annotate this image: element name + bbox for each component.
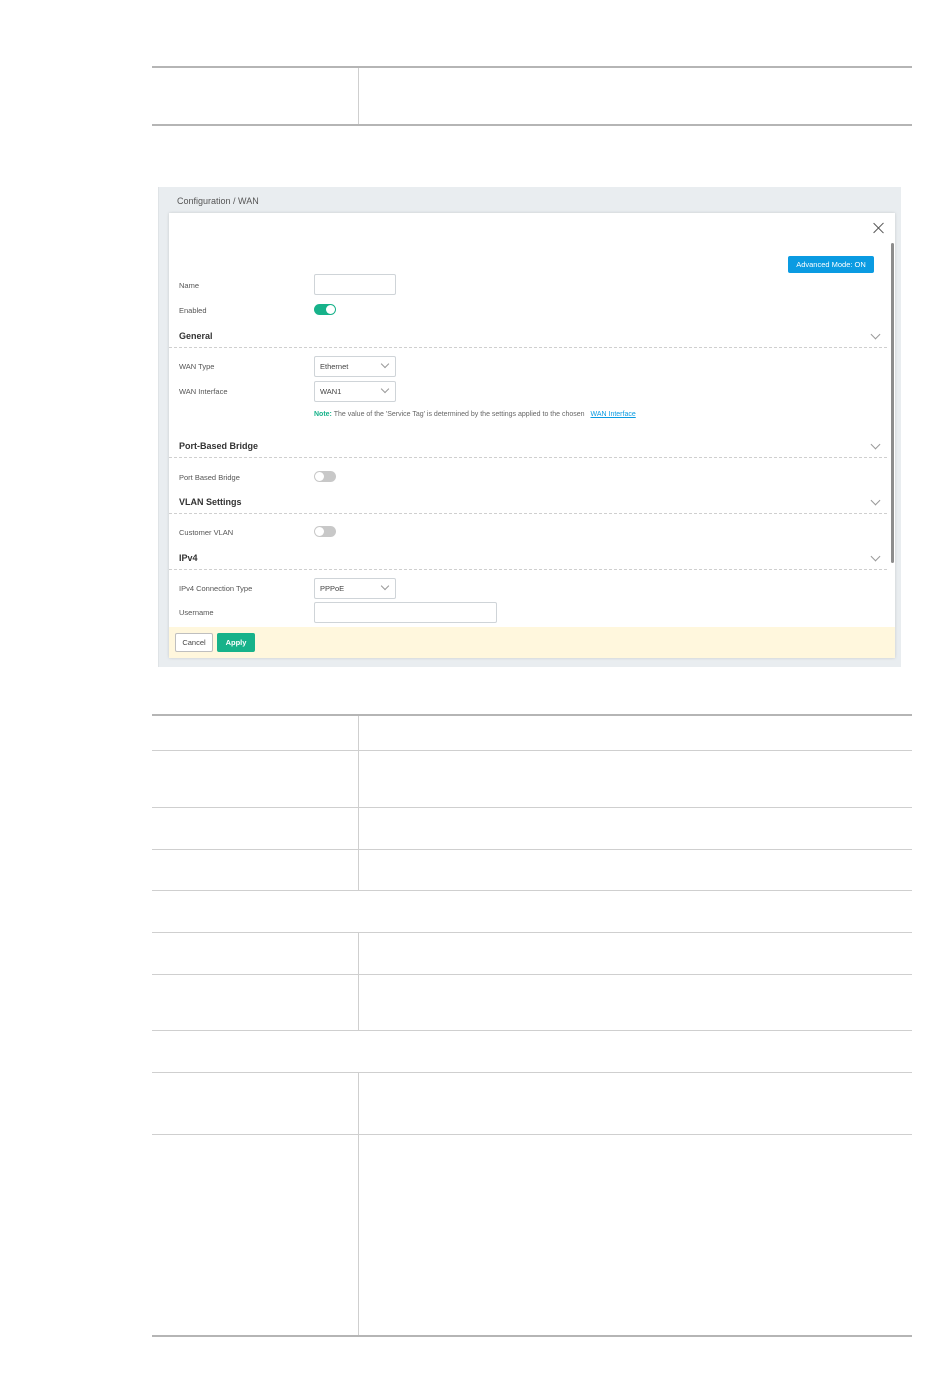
wan-type-select[interactable]: Ethernet bbox=[314, 356, 396, 377]
doc-table-row bbox=[152, 808, 912, 850]
section-general: General bbox=[169, 327, 887, 348]
dialog-footer: Cancel Apply bbox=[169, 627, 895, 658]
service-tag-note: Note: The value of the 'Service Tag' is … bbox=[314, 411, 636, 418]
chevron-down-icon bbox=[380, 384, 390, 394]
chevron-down-icon[interactable] bbox=[870, 439, 881, 450]
doc-table-row bbox=[152, 66, 912, 126]
wan-interface-link[interactable]: WAN Interface bbox=[590, 411, 635, 418]
username-label: Username bbox=[179, 608, 214, 617]
note-key: Note: bbox=[314, 411, 332, 418]
section-title: VLAN Settings bbox=[179, 497, 242, 507]
cancel-button[interactable]: Cancel bbox=[175, 633, 213, 652]
username-input[interactable] bbox=[314, 602, 497, 623]
doc-table-row bbox=[152, 1031, 912, 1073]
section-port-based-bridge: Port-Based Bridge bbox=[169, 437, 887, 458]
enabled-label: Enabled bbox=[179, 306, 207, 315]
doc-table-row bbox=[152, 714, 912, 751]
doc-table-main bbox=[152, 714, 912, 1337]
dialog-scrollbar[interactable] bbox=[891, 243, 894, 563]
doc-table-row bbox=[152, 751, 912, 808]
ipv4-connection-type-select[interactable]: PPPoE bbox=[314, 578, 396, 599]
wan-interface-label: WAN Interface bbox=[179, 387, 228, 396]
doc-table-row bbox=[152, 891, 912, 933]
wan-interface-select[interactable]: WAN1 bbox=[314, 381, 396, 402]
chevron-down-icon bbox=[380, 359, 390, 369]
wan-profile-dialog: Advanced Mode: ON Name Enabled General W… bbox=[169, 213, 895, 658]
wan-type-value: Ethernet bbox=[320, 362, 349, 371]
doc-table-top bbox=[152, 66, 912, 126]
chevron-down-icon[interactable] bbox=[870, 329, 881, 340]
apply-button[interactable]: Apply bbox=[217, 633, 255, 652]
name-label: Name bbox=[179, 281, 200, 290]
ipv4-connection-type-value: PPPoE bbox=[320, 584, 345, 593]
section-title: Port-Based Bridge bbox=[179, 441, 259, 451]
doc-table-row bbox=[152, 933, 912, 975]
section-vlan-settings: VLAN Settings bbox=[169, 493, 887, 514]
doc-table-row bbox=[152, 975, 912, 1031]
chevron-down-icon[interactable] bbox=[870, 495, 881, 506]
wan-type-label: WAN Type bbox=[179, 362, 215, 371]
breadcrumb: Configuration / WAN bbox=[177, 196, 259, 206]
doc-table-row bbox=[152, 850, 912, 891]
customer-vlan-label: Customer VLAN bbox=[179, 528, 234, 537]
ipv4-connection-type-label: IPv4 Connection Type bbox=[179, 584, 253, 593]
wan-interface-value: WAN1 bbox=[320, 387, 342, 396]
doc-table-row bbox=[152, 1073, 912, 1135]
section-title: General bbox=[179, 331, 213, 341]
close-icon[interactable] bbox=[873, 222, 885, 234]
wan-config-screenshot: Configuration / WAN Advanced Mode: ON Na… bbox=[158, 187, 901, 667]
chevron-down-icon[interactable] bbox=[870, 551, 881, 562]
doc-table-row bbox=[152, 1135, 912, 1337]
port-based-bridge-label: Port Based Bridge bbox=[179, 473, 240, 482]
chevron-down-icon bbox=[380, 581, 390, 591]
section-title: IPv4 bbox=[179, 553, 198, 563]
customer-vlan-toggle[interactable] bbox=[314, 526, 336, 537]
enabled-toggle[interactable] bbox=[314, 304, 336, 315]
name-input[interactable] bbox=[314, 274, 396, 295]
port-based-bridge-toggle[interactable] bbox=[314, 471, 336, 482]
advanced-mode-button[interactable]: Advanced Mode: ON bbox=[788, 256, 874, 273]
section-ipv4: IPv4 bbox=[169, 549, 887, 570]
note-text: The value of the 'Service Tag' is determ… bbox=[333, 411, 585, 418]
